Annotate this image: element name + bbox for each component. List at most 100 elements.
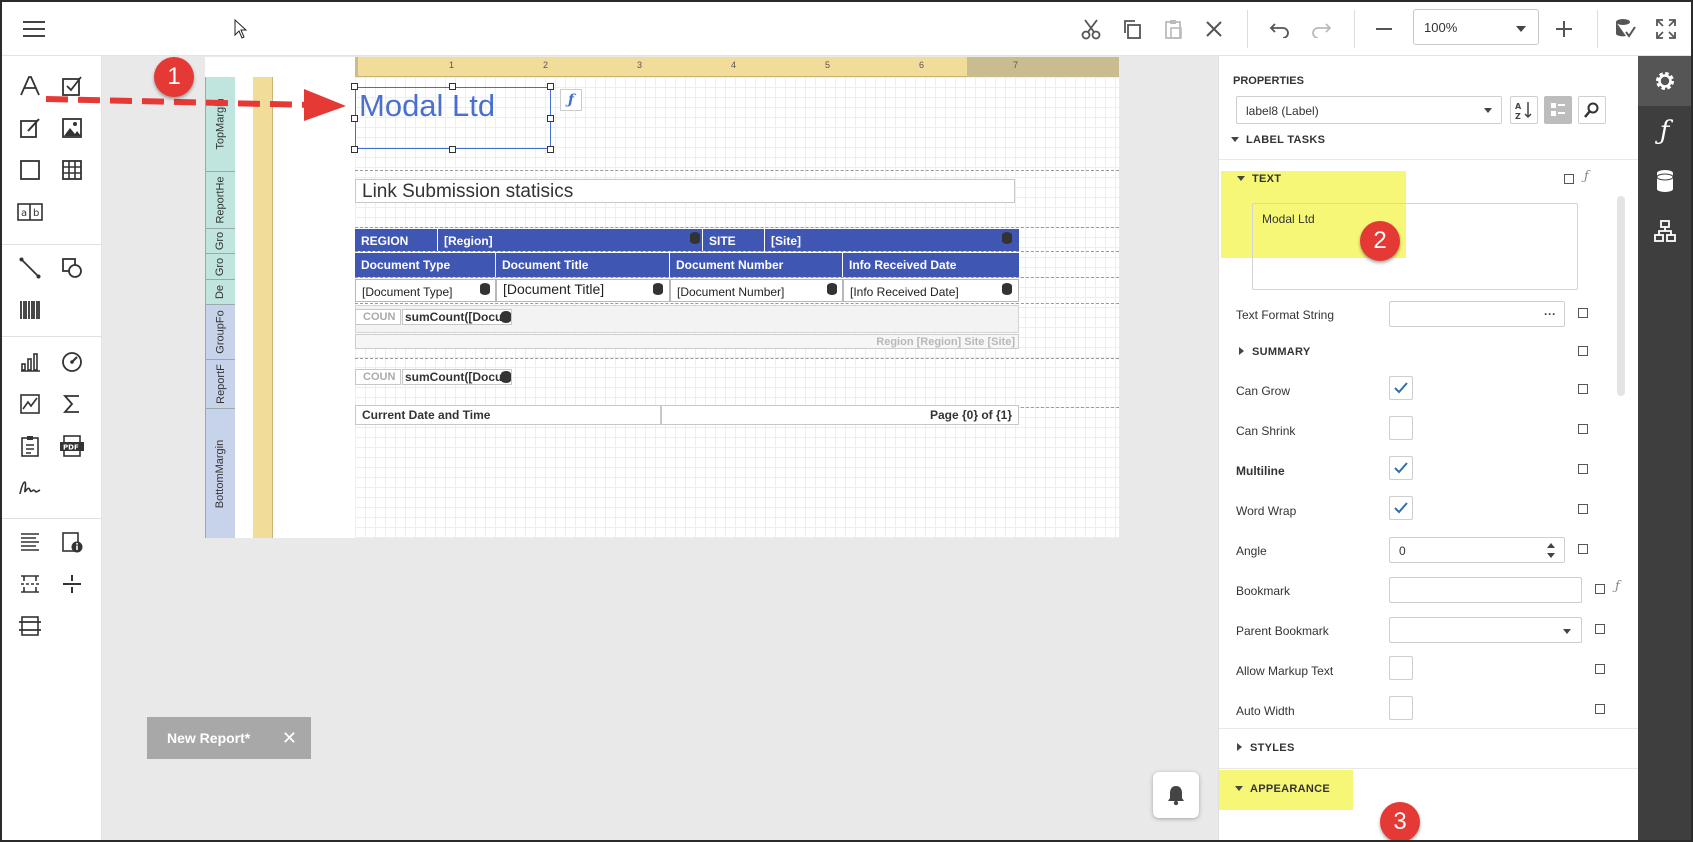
text-value-editor[interactable]: Modal Ltd <box>1252 203 1578 290</box>
zoom-in-icon[interactable] <box>1546 11 1582 47</box>
angle-spin-input[interactable]: 0 <box>1389 537 1565 563</box>
column-header[interactable]: Document Title <box>496 253 669 277</box>
cross-band-line-tool-icon[interactable] <box>56 568 88 600</box>
zoom-out-icon[interactable] <box>1366 11 1402 47</box>
validate-bindings-icon[interactable] <box>1607 11 1643 47</box>
categorized-view-button[interactable] <box>1544 96 1572 124</box>
report-tab[interactable]: New Report* ✕ <box>147 717 311 759</box>
page-break-tool-icon[interactable] <box>14 568 46 600</box>
gauge-tool-icon[interactable] <box>56 346 88 378</box>
reset-property-icon[interactable] <box>1578 424 1588 434</box>
reset-property-icon[interactable] <box>1578 384 1588 394</box>
section-styles[interactable]: STYLES <box>1237 742 1295 754</box>
expression-fx-icon[interactable]: ƒ <box>1615 579 1620 594</box>
column-header[interactable]: Document Type <box>355 253 495 277</box>
reset-property-icon[interactable] <box>1578 464 1588 474</box>
chart-tool-icon[interactable] <box>14 346 46 378</box>
page-number-label[interactable]: Page {0} of {1} <box>661 405 1019 425</box>
copy-icon[interactable] <box>1114 11 1150 47</box>
resize-handle[interactable] <box>449 83 456 90</box>
band-tab-bottom-margin[interactable]: BottomMargin <box>206 409 235 538</box>
character-comb-tool-icon[interactable]: ab <box>14 196 46 228</box>
band-tab-detail[interactable]: De <box>206 280 235 305</box>
resize-handle[interactable] <box>547 115 554 122</box>
detail-field[interactable]: [Document Title] <box>496 279 670 302</box>
component-select[interactable]: label8 (Label) <box>1236 96 1502 124</box>
section-label-tasks[interactable]: LABEL TASKS <box>1231 134 1325 146</box>
notification-bell-button[interactable] <box>1153 772 1199 818</box>
line-tool-icon[interactable] <box>14 252 46 284</box>
hamburger-menu-icon[interactable] <box>16 11 52 47</box>
column-header[interactable]: Document Number <box>670 253 842 277</box>
resize-handle[interactable] <box>547 146 554 153</box>
reset-property-icon[interactable] <box>1578 346 1588 356</box>
band-tab-group-header[interactable]: Gro <box>206 254 235 280</box>
report-title-label[interactable]: Link Submission statisics <box>355 179 1015 203</box>
reset-property-icon[interactable] <box>1595 624 1605 634</box>
band-tab-group-footer[interactable]: GroupFo <box>206 305 235 360</box>
sum-count-field[interactable]: sumCount([Docum <box>402 309 512 325</box>
detail-field[interactable]: [Document Number] <box>670 279 843 302</box>
bookmark-input[interactable] <box>1389 577 1582 603</box>
resize-handle[interactable] <box>449 146 456 153</box>
sparkline-tool-icon[interactable] <box>14 388 46 420</box>
barcode-tool-icon[interactable] <box>14 294 46 326</box>
reset-property-icon[interactable] <box>1595 584 1605 594</box>
reset-property-icon[interactable] <box>1595 704 1605 714</box>
can-shrink-checkbox[interactable] <box>1389 416 1413 440</box>
close-tab-icon[interactable]: ✕ <box>282 728 297 749</box>
subreport-tool-icon[interactable] <box>14 430 46 462</box>
expression-fx-icon[interactable]: ƒ <box>1584 169 1589 184</box>
shape-tool-icon[interactable] <box>56 252 88 284</box>
band-tab-group-header[interactable]: Gro <box>206 229 235 254</box>
detail-field[interactable]: [Document Type] <box>355 279 496 302</box>
expression-fx-button[interactable]: ƒ <box>560 89 582 111</box>
reset-property-icon[interactable] <box>1578 544 1588 554</box>
expressions-tab-button[interactable]: ƒ <box>1638 106 1691 156</box>
word-wrap-checkbox[interactable] <box>1389 496 1413 520</box>
ellipsis-button[interactable]: ··· <box>1544 307 1556 321</box>
section-appearance[interactable]: APPEARANCE <box>1235 783 1330 795</box>
panel-tool-icon[interactable] <box>14 154 46 186</box>
table-of-contents-tool-icon[interactable] <box>14 526 46 558</box>
zoom-select[interactable]: 100% <box>1413 9 1539 45</box>
spin-up-icon[interactable] <box>1547 543 1555 548</box>
region-header-label[interactable]: REGION <box>355 229 437 251</box>
properties-tab-button[interactable] <box>1638 56 1691 106</box>
detail-field[interactable]: [Info Received Date] <box>843 279 1019 302</box>
column-header[interactable]: Info Received Date <box>843 253 1019 277</box>
signature-tool-icon[interactable] <box>14 472 46 504</box>
report-explorer-tab-button[interactable] <box>1638 206 1691 256</box>
current-date-time-label[interactable]: Current Date and Time <box>355 405 661 425</box>
search-properties-button[interactable] <box>1578 96 1606 124</box>
properties-scrollbar[interactable] <box>1617 196 1625 396</box>
reset-property-icon[interactable] <box>1578 504 1588 514</box>
redo-icon[interactable] <box>1303 11 1339 47</box>
table-tool-icon[interactable] <box>56 154 88 186</box>
region-site-summary[interactable]: Region [Region] Site [Site] <box>355 334 1019 349</box>
count-label[interactable]: COUN <box>355 369 401 385</box>
band-tab-report-footer[interactable]: ReportF <box>206 360 235 409</box>
cross-band-box-tool-icon[interactable] <box>14 610 46 642</box>
band-tab-report-header[interactable]: ReportHe <box>206 172 235 229</box>
can-grow-checkbox[interactable] <box>1389 376 1413 400</box>
sort-alphabetically-button[interactable]: AZ <box>1510 96 1538 124</box>
cut-icon[interactable] <box>1073 11 1109 47</box>
pdf-content-tool-icon[interactable]: PDF <box>56 430 88 462</box>
reset-property-icon[interactable] <box>1578 308 1588 318</box>
page-info-tool-icon[interactable] <box>56 526 88 558</box>
spin-down-icon[interactable] <box>1547 553 1555 558</box>
section-text[interactable]: TEXT <box>1237 173 1281 185</box>
multiline-checkbox[interactable] <box>1389 456 1413 480</box>
undo-icon[interactable] <box>1262 11 1298 47</box>
paste-icon[interactable] <box>1155 11 1191 47</box>
parent-bookmark-select[interactable] <box>1389 617 1582 643</box>
design-surface[interactable]: 1 2 3 4 5 6 7 TopMargin ReportHe Gro Gro… <box>102 56 1218 840</box>
site-field-label[interactable]: [Site] <box>765 229 1019 251</box>
fullscreen-icon[interactable] <box>1648 11 1684 47</box>
resize-handle[interactable] <box>547 83 554 90</box>
section-summary[interactable]: SUMMARY <box>1239 346 1311 358</box>
region-field-label[interactable]: [Region] <box>438 229 702 251</box>
count-label[interactable]: COUN <box>355 309 401 325</box>
allow-markup-text-checkbox[interactable] <box>1389 656 1413 680</box>
